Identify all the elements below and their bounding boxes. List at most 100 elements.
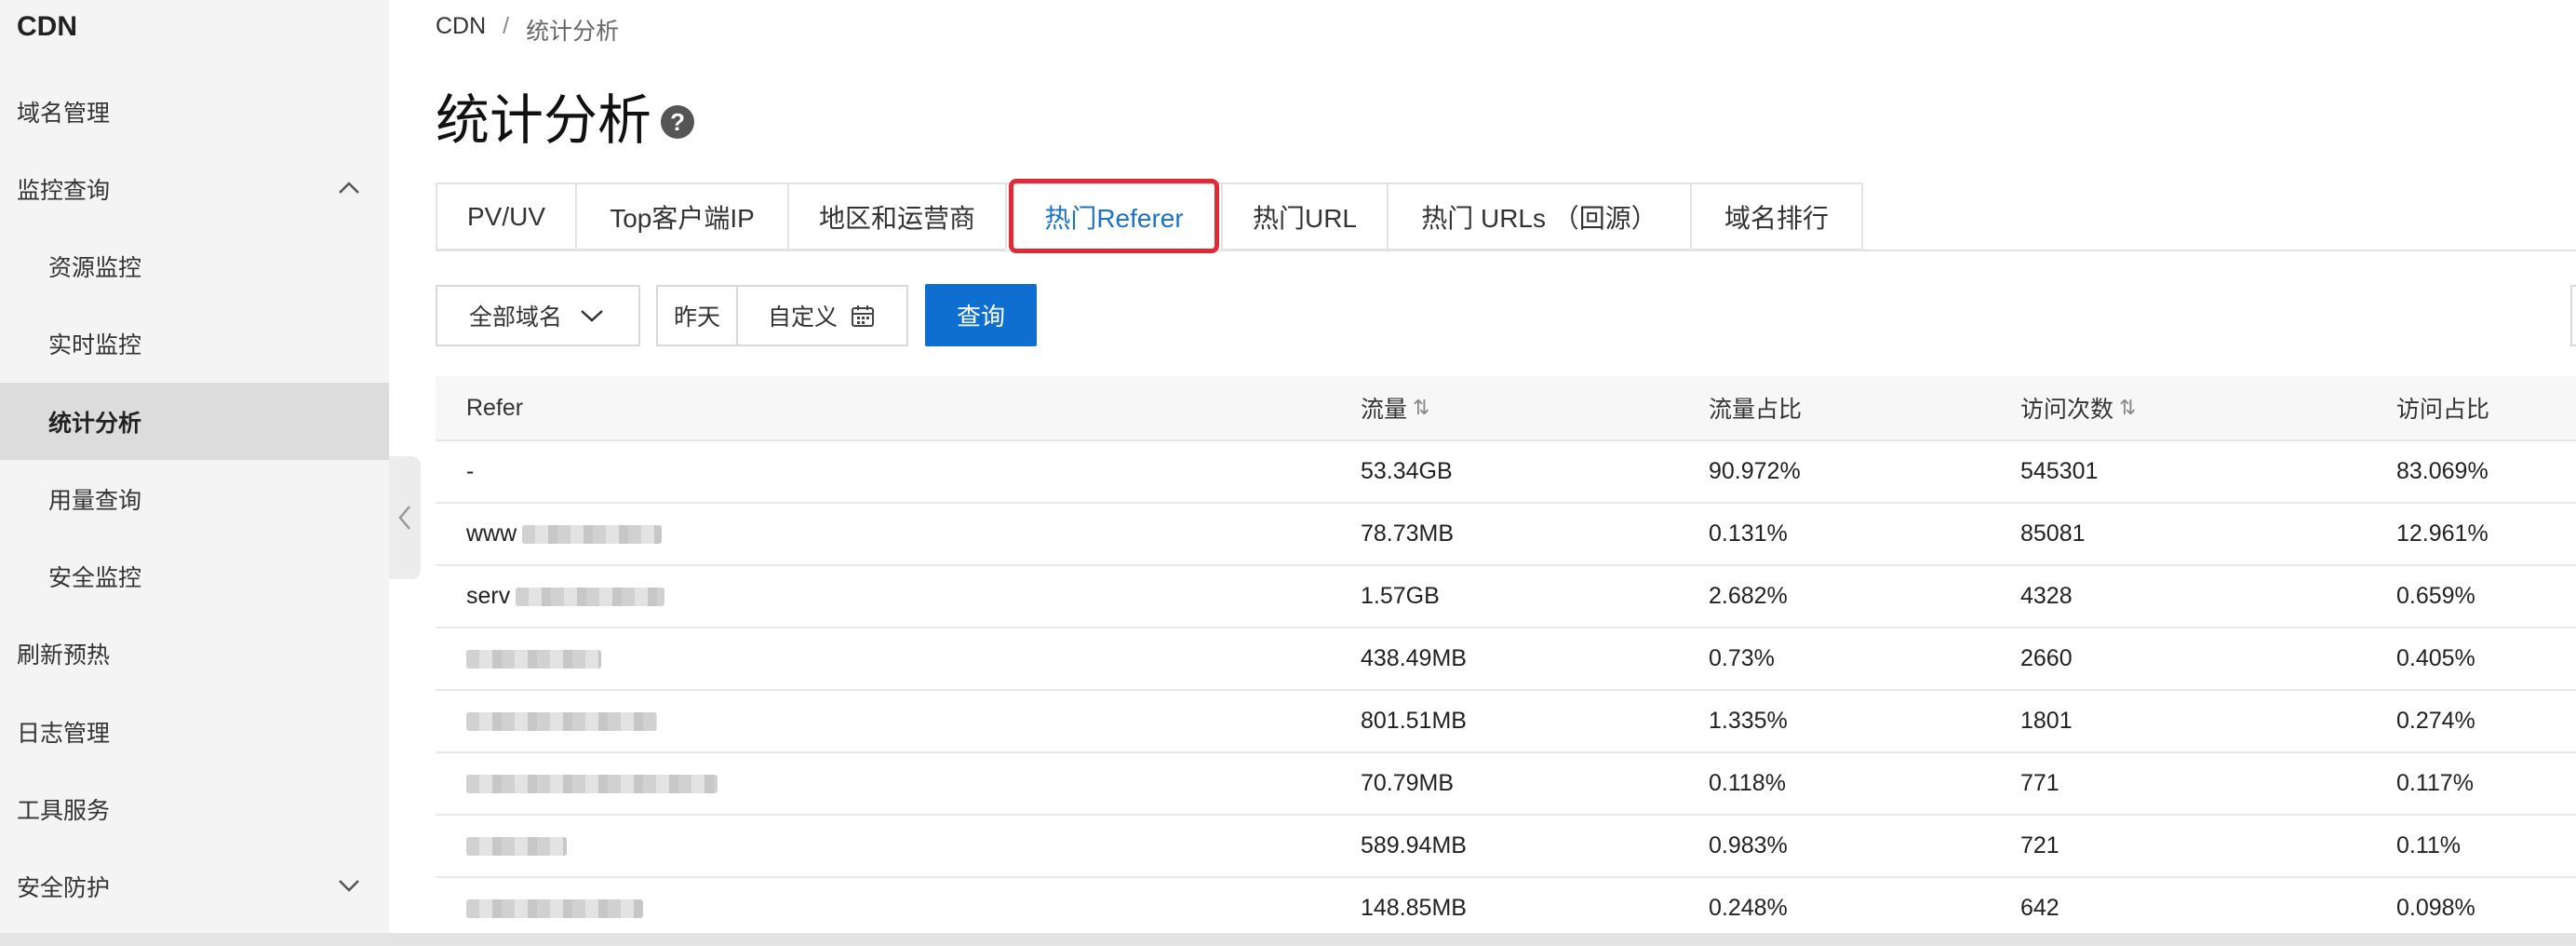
cell-visits: 642 bbox=[2020, 895, 2059, 921]
column-header-label: 访问占比 bbox=[2396, 397, 2490, 423]
cell-visit-pct: 0.11% bbox=[2396, 832, 2462, 858]
sidebar-item-label: 用量查询 bbox=[48, 487, 142, 514]
right-edge-control[interactable] bbox=[2570, 285, 2576, 346]
column-header-visits[interactable]: 访问次数 ⇅ bbox=[2020, 376, 2136, 439]
table-row: serv 1.57GB 2.682% 4328 0.659% bbox=[436, 566, 2576, 628]
cell-refer bbox=[466, 691, 657, 751]
column-header-label: 流量 bbox=[1361, 397, 1408, 423]
column-header-traffic[interactable]: 流量 ⇅ bbox=[1361, 376, 1429, 439]
sidebar-item-usage-query[interactable]: 用量查询 bbox=[0, 460, 389, 537]
cell-traffic: 801.51MB bbox=[1361, 708, 1467, 734]
sidebar-item-domain-management[interactable]: 域名管理 bbox=[0, 73, 389, 150]
sidebar-item-realtime-monitoring[interactable]: 实时监控 bbox=[0, 304, 389, 382]
cell-traffic: 53.34GB bbox=[1361, 458, 1453, 484]
tab-pv-uv[interactable]: PV/UV bbox=[436, 182, 577, 250]
sidebar-item-log-management[interactable]: 日志管理 bbox=[0, 693, 389, 770]
referer-table: Refer 流量 ⇅ 流量占比 访问次数 ⇅ 访问占比 - 53.34GB 90.9… bbox=[436, 376, 2576, 940]
table-row: 148.85MB 0.248% 642 0.098% bbox=[436, 878, 2576, 940]
highlight-annotation bbox=[1009, 179, 1219, 253]
breadcrumb-current: 统计分析 bbox=[526, 19, 620, 45]
redacted-text bbox=[522, 524, 663, 544]
sidebar-item-label: 安全防护 bbox=[17, 874, 111, 901]
cell-traffic: 78.73MB bbox=[1361, 520, 1455, 547]
sidebar-item-monitoring-query[interactable]: 监控查询 bbox=[0, 150, 389, 227]
page-title-row: 统计分析 ? bbox=[436, 76, 695, 155]
cell-traffic-pct: 2.682% bbox=[1709, 583, 1788, 609]
cell-refer: www bbox=[466, 504, 663, 564]
redacted-text bbox=[466, 899, 643, 918]
cell-visit-pct: 83.069% bbox=[2396, 458, 2489, 484]
redacted-text bbox=[466, 711, 657, 731]
breadcrumb: CDN / 统计分析 bbox=[436, 13, 619, 47]
redacted-text bbox=[466, 649, 601, 669]
sidebar-item-label: 安全监控 bbox=[48, 564, 142, 591]
date-custom-picker[interactable]: 自定义 bbox=[736, 285, 908, 346]
tab-hot-url[interactable]: 热门URL bbox=[1221, 182, 1389, 250]
table-row: - 53.34GB 90.972% 545301 83.069% bbox=[436, 441, 2576, 504]
sidebar-item-label: 刷新预热 bbox=[17, 642, 111, 669]
page-title: 统计分析 bbox=[436, 90, 652, 151]
sort-icon[interactable]: ⇅ bbox=[2119, 396, 2136, 420]
cell-visit-pct: 0.659% bbox=[2396, 583, 2475, 609]
chevron-up-icon bbox=[339, 182, 359, 194]
date-yesterday-button[interactable]: 昨天 bbox=[656, 285, 738, 346]
tab-hot-urls-origin[interactable]: 热门 URLs （回源） bbox=[1387, 182, 1692, 250]
table-header: Refer 流量 ⇅ 流量占比 访问次数 ⇅ 访问占比 bbox=[436, 376, 2576, 441]
cell-visits: 771 bbox=[2020, 770, 2059, 796]
tab-top-client-ip[interactable]: Top客户端IP bbox=[575, 182, 789, 250]
column-header-label: 访问次数 bbox=[2020, 397, 2114, 423]
cell-traffic: 148.85MB bbox=[1361, 895, 1467, 921]
redacted-text bbox=[466, 836, 567, 856]
domain-select[interactable]: 全部域名 bbox=[436, 285, 640, 346]
refer-visible-prefix: serv bbox=[466, 583, 511, 609]
chevron-down-icon bbox=[339, 880, 359, 892]
cell-refer bbox=[466, 628, 601, 689]
sort-icon[interactable]: ⇅ bbox=[1413, 396, 1429, 420]
breadcrumb-root[interactable]: CDN bbox=[436, 13, 486, 47]
cell-visit-pct: 12.961% bbox=[2396, 520, 2489, 547]
tab-region-isp[interactable]: 地区和运营商 bbox=[787, 182, 1007, 250]
tab-domain-ranking[interactable]: 域名排行 bbox=[1690, 182, 1863, 250]
cell-visits: 2660 bbox=[2020, 645, 2073, 671]
main-content: CDN / 统计分析 统计分析 ? PV/UV Top客户端IP 地区和运营商 … bbox=[389, 0, 2576, 940]
cell-refer bbox=[466, 753, 718, 814]
sidebar-item-security-protection[interactable]: 安全防护 bbox=[0, 847, 389, 925]
column-header-label: 流量占比 bbox=[1709, 397, 1803, 423]
sidebar: CDN 域名管理 监控查询 资源监控 实时监控 统计分析 用量查询 安全监控 刷… bbox=[0, 0, 389, 933]
sidebar-item-label: 资源监控 bbox=[48, 254, 142, 281]
cell-refer: - bbox=[466, 458, 475, 484]
brand-title: CDN bbox=[17, 11, 77, 42]
cell-visit-pct: 0.117% bbox=[2396, 770, 2474, 796]
cell-traffic: 589.94MB bbox=[1361, 832, 1467, 858]
table-row: 589.94MB 0.983% 721 0.11% bbox=[436, 816, 2576, 878]
cell-traffic-pct: 0.983% bbox=[1709, 832, 1788, 858]
sidebar-item-statistics[interactable]: 统计分析 bbox=[0, 383, 389, 460]
sidebar-item-tool-services[interactable]: 工具服务 bbox=[0, 770, 389, 847]
cell-traffic: 70.79MB bbox=[1361, 770, 1455, 796]
sidebar-item-security-monitoring[interactable]: 安全监控 bbox=[0, 537, 389, 615]
sidebar-item-label: 监控查询 bbox=[17, 177, 111, 204]
help-icon[interactable]: ? bbox=[661, 105, 695, 139]
column-header-refer: Refer bbox=[466, 376, 523, 439]
sidebar-item-label: 域名管理 bbox=[17, 100, 111, 127]
cell-visit-pct: 0.274% bbox=[2396, 708, 2475, 734]
table-row: 438.49MB 0.73% 2660 0.405% bbox=[436, 628, 2576, 691]
cell-visit-pct: 0.405% bbox=[2396, 645, 2475, 671]
cell-refer: serv bbox=[466, 566, 665, 627]
cell-visits: 545301 bbox=[2020, 458, 2099, 484]
query-button[interactable]: 查询 bbox=[925, 284, 1037, 346]
column-header-label: Refer bbox=[466, 394, 524, 421]
sidebar-item-resource-monitoring[interactable]: 资源监控 bbox=[0, 227, 389, 304]
table-row: 801.51MB 1.335% 1801 0.274% bbox=[436, 691, 2576, 753]
column-header-traffic-pct: 流量占比 bbox=[1709, 376, 1802, 439]
cell-traffic-pct: 0.131% bbox=[1709, 520, 1788, 547]
cell-traffic: 1.57GB bbox=[1361, 583, 1440, 609]
domain-select-value: 全部域名 bbox=[469, 304, 563, 331]
refer-visible-prefix: www bbox=[466, 520, 517, 547]
calendar-icon bbox=[852, 305, 875, 327]
cell-visits: 721 bbox=[2020, 832, 2059, 858]
column-header-visit-pct: 访问占比 bbox=[2396, 376, 2489, 439]
horizontal-scrollbar[interactable] bbox=[0, 933, 2576, 946]
table-row: www 78.73MB 0.131% 85081 12.961% bbox=[436, 504, 2576, 566]
sidebar-item-refresh-preheat[interactable]: 刷新预热 bbox=[0, 615, 389, 692]
